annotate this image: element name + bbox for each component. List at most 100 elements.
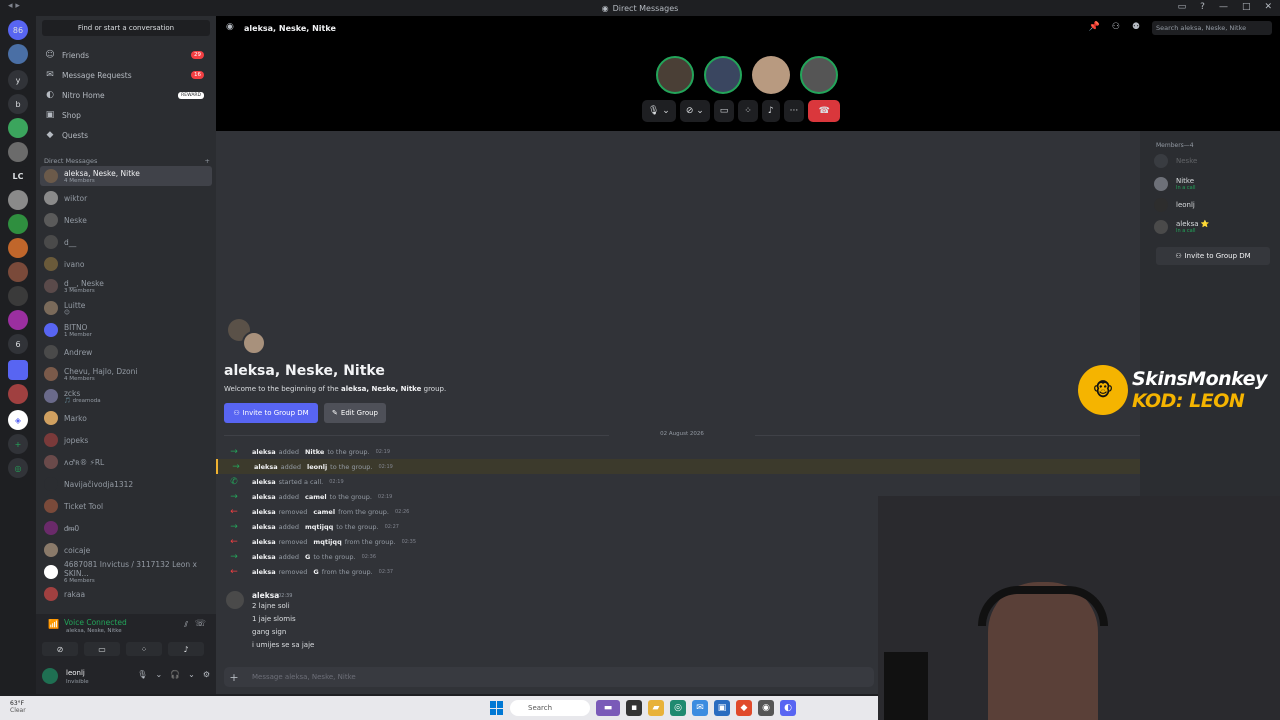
server-icon[interactable]: [8, 190, 28, 210]
microphone-icon[interactable]: 🎙: [137, 670, 147, 679]
sys-actor[interactable]: aleksa: [252, 508, 276, 516]
sys-target[interactable]: camel: [313, 508, 335, 516]
add-friends-icon[interactable]: ⚇: [1112, 22, 1120, 32]
server-icon[interactable]: [8, 262, 28, 282]
dm-item[interactable]: jopeks: [40, 430, 212, 450]
inbox-icon[interactable]: ▭: [1178, 2, 1187, 12]
dm-item[interactable]: d__: [40, 232, 212, 252]
camera-button[interactable]: ⊘ ⌄: [679, 100, 710, 122]
channel-title[interactable]: aleksa, Neske, Nitke: [244, 24, 336, 33]
maximize-icon[interactable]: □: [1242, 2, 1251, 12]
sys-target[interactable]: G: [305, 553, 310, 561]
sys-target[interactable]: mqtijqq: [313, 538, 341, 546]
dm-item[interactable]: wiktor: [40, 188, 212, 208]
app-icon[interactable]: ◉: [758, 700, 774, 716]
dm-item[interactable]: Ticket Tool: [40, 496, 212, 516]
server-icon[interactable]: [8, 310, 28, 330]
sys-target[interactable]: Nitke: [305, 448, 324, 456]
taskbar-search[interactable]: Search: [510, 700, 590, 716]
headphones-icon[interactable]: 🎧: [170, 670, 180, 679]
create-dm-icon[interactable]: +: [205, 157, 210, 165]
sys-actor[interactable]: aleksa: [252, 568, 276, 576]
hang-up-button[interactable]: ☎: [808, 100, 841, 122]
weather-widget[interactable]: 63°F Clear: [10, 700, 26, 714]
dm-item[interactable]: ivano: [40, 254, 212, 274]
dm-item[interactable]: Chevu, Hajlo, Dzoni 4 Members: [40, 364, 212, 384]
message-composer[interactable]: + Message aleksa, Neske, Nitke: [224, 667, 874, 687]
mute-button[interactable]: 🎙 ⌄: [642, 100, 676, 122]
attach-plus-icon[interactable]: +: [224, 671, 244, 684]
sys-target[interactable]: G: [313, 568, 318, 576]
search-input[interactable]: Search aleksa, Neske, Nitke: [1152, 21, 1272, 35]
server-icon[interactable]: 6: [8, 334, 28, 354]
server-icon[interactable]: [8, 384, 28, 404]
server-icon[interactable]: LC: [8, 166, 28, 186]
dm-item[interactable]: d__, Neske 3 Members: [40, 276, 212, 296]
server-icon[interactable]: [8, 44, 28, 64]
voice-channel[interactable]: aleksa, Neske, Nitke: [66, 628, 122, 634]
server-icon[interactable]: [8, 238, 28, 258]
chevron-down-icon[interactable]: ⌄: [155, 670, 162, 679]
participant-avatar[interactable]: [752, 56, 790, 94]
soundboard-button[interactable]: ♪: [168, 642, 204, 656]
start-button[interactable]: [490, 701, 504, 715]
dm-item[interactable]: 4687081 Invictus / 3117132 Leon x SKIN..…: [40, 560, 212, 584]
sys-target[interactable]: mqtijqq: [305, 523, 333, 531]
sys-actor[interactable]: aleksa: [252, 478, 276, 486]
add-server-icon[interactable]: +: [8, 434, 28, 454]
nav-message-requests[interactable]: ✉ Message Requests 16: [42, 66, 210, 84]
invite-to-group-button[interactable]: ⚇ Invite to Group DM: [224, 403, 318, 423]
member-item[interactable]: Nitke In a call: [1154, 174, 1276, 194]
terminal-icon[interactable]: ▪: [626, 700, 642, 716]
find-conversation-button[interactable]: Find or start a conversation: [42, 20, 210, 36]
dm-item[interactable]: coicaje: [40, 540, 212, 560]
dm-item[interactable]: Andrew: [40, 342, 212, 362]
folder-icon[interactable]: ▰: [648, 700, 664, 716]
camera-button[interactable]: ⊘: [42, 642, 78, 656]
sys-target[interactable]: camel: [305, 493, 327, 501]
sys-actor[interactable]: aleksa: [252, 523, 276, 531]
members-icon[interactable]: ⚉: [1132, 22, 1140, 32]
back-forward-icon[interactable]: ◂ ▸: [8, 1, 20, 11]
screen-share-button[interactable]: ▭: [84, 642, 120, 656]
sys-actor[interactable]: aleksa: [254, 463, 278, 471]
sys-actor[interactable]: aleksa: [252, 538, 276, 546]
discover-icon[interactable]: ◎: [8, 458, 28, 478]
participant-avatar[interactable]: [656, 56, 694, 94]
avatar[interactable]: [42, 668, 58, 684]
dm-item[interactable]: BITNO 1 Member: [40, 320, 212, 340]
chevron-down-icon[interactable]: ⌄: [188, 670, 195, 679]
disconnect-icon[interactable]: ☏: [195, 619, 206, 629]
brave-icon[interactable]: ◆: [736, 700, 752, 716]
server-icon[interactable]: [8, 142, 28, 162]
edge-icon[interactable]: ◎: [670, 700, 686, 716]
participant-avatar[interactable]: [704, 56, 742, 94]
noise-suppression-icon[interactable]: ⫽: [184, 620, 188, 630]
soundboard-button[interactable]: ♪: [761, 100, 780, 122]
dm-item[interactable]: zcks 🎵 dreamoda: [40, 386, 212, 406]
server-icon[interactable]: [8, 286, 28, 306]
server-icon[interactable]: y: [8, 70, 28, 90]
server-icon[interactable]: [8, 214, 28, 234]
dm-item[interactable]: ᵭᵯ0: [40, 518, 212, 538]
screen-share-button[interactable]: ▭: [713, 100, 735, 122]
member-item[interactable]: aleksa ⭐ In a call: [1154, 217, 1276, 237]
avatar[interactable]: [226, 591, 244, 609]
server-icon[interactable]: [8, 360, 28, 380]
sys-actor[interactable]: aleksa: [252, 553, 276, 561]
more-button[interactable]: ···: [783, 100, 805, 122]
server-icon[interactable]: b: [8, 94, 28, 114]
member-item[interactable]: leonlj: [1154, 195, 1276, 215]
nav-friends[interactable]: ☺ Friends 29: [42, 46, 210, 64]
pin-icon[interactable]: 📌: [1089, 22, 1100, 32]
close-icon[interactable]: ✕: [1264, 2, 1272, 12]
dm-item[interactable]: Marko: [40, 408, 212, 428]
nav-nitro-home[interactable]: ◐ Nitro Home REWARD: [42, 86, 210, 104]
mail-icon[interactable]: ✉: [692, 700, 708, 716]
nav-shop[interactable]: ▣ Shop: [42, 106, 210, 124]
activities-button[interactable]: ⁘: [738, 100, 758, 122]
home-button[interactable]: 86: [8, 20, 28, 40]
member-item[interactable]: Neske: [1154, 151, 1276, 171]
participant-avatar[interactable]: [800, 56, 838, 94]
nav-quests[interactable]: ◆ Quests: [42, 126, 210, 144]
